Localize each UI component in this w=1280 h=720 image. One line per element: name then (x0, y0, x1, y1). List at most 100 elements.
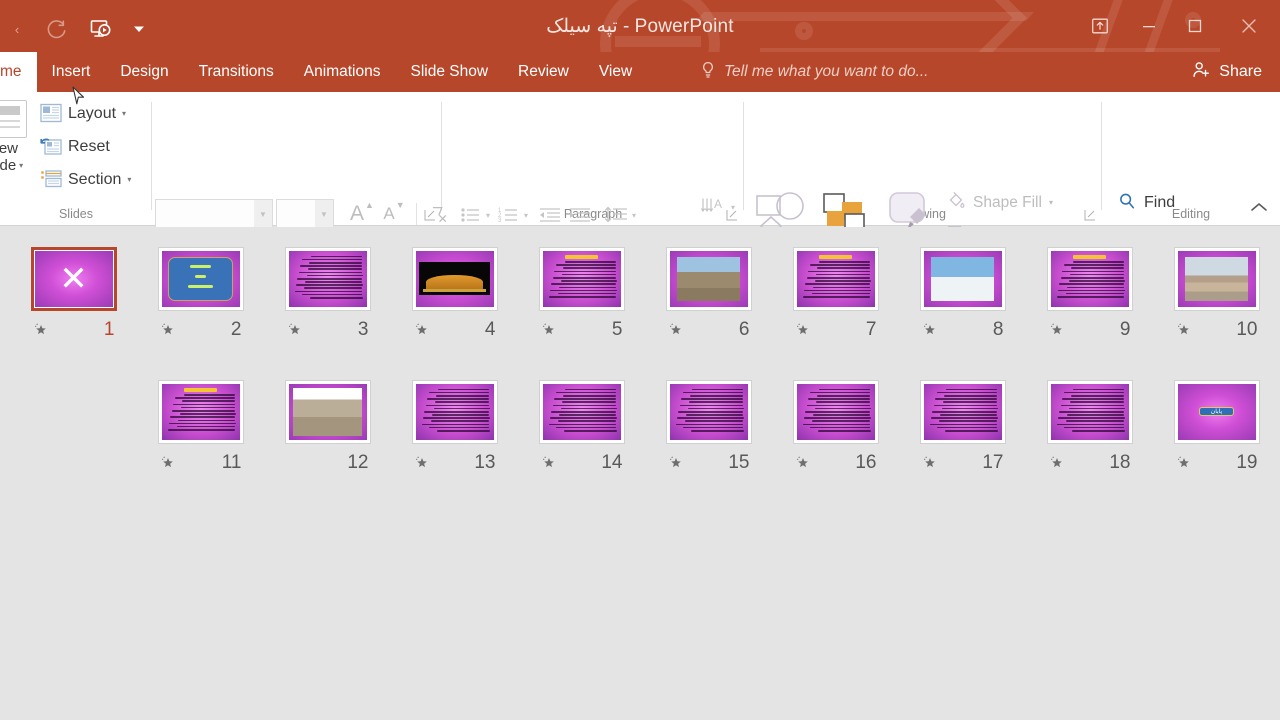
slide-thumbnail-17[interactable]: 17 (899, 380, 1026, 474)
slide-thumbnail-frame[interactable] (411, 247, 498, 311)
tab-home[interactable]: me (0, 52, 37, 92)
tab-insert[interactable]: Insert (37, 52, 106, 92)
font-name-combobox[interactable]: ▼ (155, 199, 273, 229)
play-animation-star-icon[interactable] (414, 455, 430, 471)
slide-thumbnail-frame[interactable] (538, 380, 625, 444)
tab-design[interactable]: Design (105, 52, 183, 92)
play-animation-star-icon[interactable] (1049, 322, 1065, 338)
play-animation-star-icon[interactable] (922, 455, 938, 471)
slide-thumbnail-frame[interactable]: پایان (1173, 380, 1260, 444)
section-button[interactable]: Section ▾ (40, 166, 131, 193)
slide-thumbnail-10[interactable]: 10 (1153, 247, 1280, 341)
slide-thumbnail-11[interactable]: 11 (137, 380, 264, 474)
play-animation-star-icon[interactable] (33, 322, 49, 338)
play-animation-star-icon[interactable] (160, 322, 176, 338)
play-animation-star-icon[interactable] (414, 322, 430, 338)
slide-thumbnail-18[interactable]: 18 (1026, 380, 1153, 474)
redo-icon[interactable] (34, 9, 78, 49)
slide-thumbnail-19[interactable]: پایان 19 (1153, 380, 1280, 474)
slide-thumbnail-1[interactable]: ✕ 1 (10, 247, 137, 341)
slide-number: 8 (992, 319, 1004, 340)
play-animation-star-icon[interactable] (922, 322, 938, 338)
new-slide-button[interactable]: New Slide ▾ (0, 100, 34, 174)
slide-thumbnail-frame[interactable] (792, 247, 879, 311)
play-animation-star-icon[interactable] (668, 455, 684, 471)
slide-number: 6 (738, 319, 750, 340)
slide-thumbnail-frame[interactable] (1046, 380, 1133, 444)
play-animation-star-icon[interactable] (795, 322, 811, 338)
tab-view[interactable]: View (584, 52, 647, 92)
slide-thumbnail-frame[interactable] (411, 380, 498, 444)
slide-thumbnail-frame[interactable] (919, 247, 1006, 311)
slide-sorter-pane[interactable]: 10 9 8 7 6 5 4 3 2 ✕ 1 پایان 19 18 17 16 15 14 13 12 11 (0, 227, 1280, 720)
slide-thumbnail-4[interactable]: 4 (391, 247, 518, 341)
slide-thumbnail-image: پایان (1177, 384, 1256, 440)
play-animation-star-icon[interactable] (1176, 322, 1192, 338)
layout-button[interactable]: Layout ▾ (40, 100, 131, 127)
slide-thumbnail-frame[interactable] (665, 380, 752, 444)
layout-label: Layout (68, 104, 117, 122)
line-spacing-button[interactable] (602, 200, 630, 230)
tab-transitions[interactable]: Transitions (184, 52, 289, 92)
text-direction-button[interactable]: A (698, 192, 728, 222)
decrease-indent-button[interactable] (536, 200, 564, 230)
collapse-ribbon-button[interactable] (1248, 198, 1270, 221)
customize-quick-access-toolbar-icon[interactable] (122, 9, 156, 49)
slide-thumbnail-5[interactable]: 5 (518, 247, 645, 341)
increase-font-size-button[interactable]: A ▲ (347, 200, 377, 228)
play-animation-star-icon[interactable] (541, 322, 557, 338)
slide-thumbnail-15[interactable]: 15 (645, 380, 772, 474)
slide-thumbnail-frame[interactable] (792, 380, 879, 444)
font-size-combobox[interactable]: ▼ (276, 199, 334, 229)
slide-thumbnail-frame[interactable]: ✕ (30, 247, 117, 311)
slide-thumbnail-2[interactable]: 2 (137, 247, 264, 341)
ribbon-display-options-icon[interactable] (1074, 3, 1126, 49)
restore-icon[interactable] (1172, 3, 1218, 49)
play-animation-star-icon[interactable] (541, 455, 557, 471)
slide-thumbnail-12[interactable]: 12 (264, 380, 391, 474)
tab-review[interactable]: Review (503, 52, 584, 92)
slide-thumbnail-meta: 14 (539, 452, 625, 474)
slide-thumbnail-frame[interactable] (284, 380, 371, 444)
slide-thumbnail-9[interactable]: 9 (1026, 247, 1153, 341)
slide-thumbnail-frame[interactable] (665, 247, 752, 311)
numbering-button[interactable]: 1 2 3 (496, 200, 522, 230)
slide-thumbnail-frame[interactable] (1173, 247, 1260, 311)
slide-thumbnail-13[interactable]: 13 (391, 380, 518, 474)
close-icon[interactable] (1218, 3, 1280, 49)
play-animation-star-icon[interactable] (795, 455, 811, 471)
slide-thumbnail-frame[interactable] (284, 247, 371, 311)
slide-thumbnail-16[interactable]: 16 (772, 380, 899, 474)
drawing-dialog-launcher[interactable] (1084, 208, 1096, 221)
ribbon-tabs: me Insert Design Transitions Animations … (0, 52, 647, 92)
slide-thumbnail-frame[interactable] (1046, 247, 1133, 311)
play-animation-star-icon[interactable] (1176, 455, 1192, 471)
slide-thumbnail-6[interactable]: 6 (645, 247, 772, 341)
slide-thumbnail-frame[interactable] (919, 380, 1006, 444)
slide-thumbnail-14[interactable]: 14 (518, 380, 645, 474)
play-animation-star-icon[interactable] (668, 322, 684, 338)
slide-thumbnail-8[interactable]: 8 (899, 247, 1026, 341)
minimize-icon[interactable] (1126, 3, 1172, 49)
share-button[interactable]: Share (1191, 52, 1262, 92)
tab-animations[interactable]: Animations (289, 52, 396, 92)
increase-indent-button[interactable] (566, 200, 594, 230)
tell-me-search[interactable]: Tell me what you want to do... (700, 52, 928, 92)
decrease-font-size-button[interactable]: A ▼ (379, 200, 409, 228)
start-from-beginning-icon[interactable] (78, 9, 122, 49)
qat-overflow-left-icon: ‹ (14, 21, 20, 37)
slide-thumbnail-frame[interactable] (157, 380, 244, 444)
play-animation-star-icon[interactable] (1049, 455, 1065, 471)
slide-thumbnail-frame[interactable] (538, 247, 625, 311)
slide-thumbnail-meta: 11 (158, 452, 244, 474)
slide-thumbnail-3[interactable]: 3 (264, 247, 391, 341)
play-animation-star-icon[interactable] (287, 322, 303, 338)
slide-thumbnail-frame[interactable] (157, 247, 244, 311)
tab-slide-show[interactable]: Slide Show (395, 52, 503, 92)
slide-thumbnail-7[interactable]: 7 (772, 247, 899, 341)
bullets-button[interactable] (458, 200, 484, 230)
find-button[interactable]: Find (1118, 190, 1217, 216)
reset-button[interactable]: Reset (40, 133, 131, 160)
play-animation-star-icon[interactable] (160, 455, 176, 471)
shape-fill-button[interactable]: Shape Fill ▾ (946, 190, 1082, 215)
